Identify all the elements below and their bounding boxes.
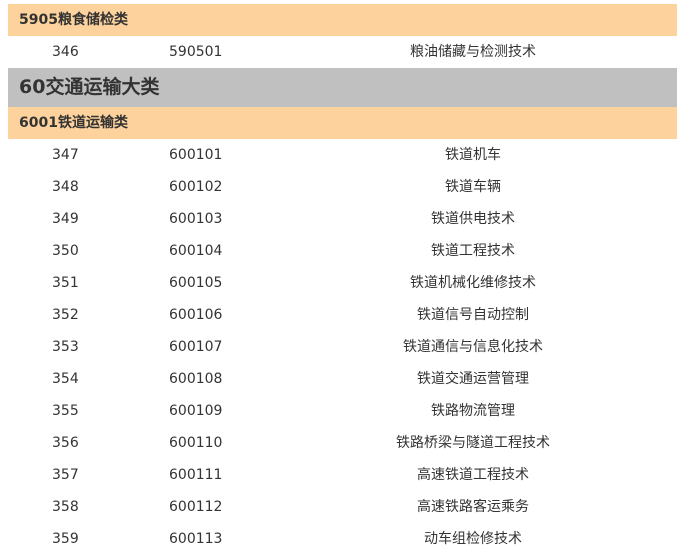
subcategory-label: 6001铁道运输类 xyxy=(19,115,128,131)
row-number: 354 xyxy=(52,371,79,387)
major-code: 600106 xyxy=(169,307,223,323)
row-number: 349 xyxy=(52,211,79,227)
major-name: 铁路桥梁与隧道工程技术 xyxy=(396,435,550,451)
major-code: 590501 xyxy=(169,44,223,60)
row-number: 350 xyxy=(52,243,79,259)
major-code: 600111 xyxy=(169,467,223,483)
major-name: 铁道车辆 xyxy=(445,179,501,195)
major-code: 600103 xyxy=(169,211,223,227)
major-code: 600102 xyxy=(169,179,223,195)
category-label: 60交通运输大类 xyxy=(19,76,160,98)
major-name: 铁道工程技术 xyxy=(431,243,515,259)
row-number: 356 xyxy=(52,435,79,451)
row-number: 347 xyxy=(52,147,79,163)
major-name: 铁道机车 xyxy=(445,147,501,163)
table-row: 353 600107 铁道通信与信息化技术 xyxy=(8,331,677,363)
page: 5905粮食储检类 346 590501 粮油储藏与检测技术 60交通运输大类 … xyxy=(0,0,683,557)
major-name: 铁道供电技术 xyxy=(431,211,515,227)
major-code: 600109 xyxy=(169,403,223,419)
table-row: 351 600105 铁道机械化维修技术 xyxy=(8,267,677,299)
major-name: 动车组检修技术 xyxy=(424,531,522,547)
major-code: 600107 xyxy=(169,339,223,355)
major-name: 铁道交通运营管理 xyxy=(417,371,529,387)
row-number: 346 xyxy=(52,44,79,60)
major-code: 600108 xyxy=(169,371,223,387)
major-code: 600101 xyxy=(169,147,223,163)
row-number: 355 xyxy=(52,403,79,419)
row-number: 359 xyxy=(52,531,79,547)
table-row: 358 600112 高速铁路客运乘务 xyxy=(8,491,677,523)
table-row: 352 600106 铁道信号自动控制 xyxy=(8,299,677,331)
subcategory-header-6001: 6001铁道运输类 xyxy=(8,107,677,139)
row-number: 353 xyxy=(52,339,79,355)
table-row: 349 600103 铁道供电技术 xyxy=(8,203,677,235)
table-row: 346 590501 粮油储藏与检测技术 xyxy=(8,36,677,68)
row-number: 358 xyxy=(52,499,79,515)
row-number: 348 xyxy=(52,179,79,195)
major-code: 600112 xyxy=(169,499,223,515)
major-code: 600105 xyxy=(169,275,223,291)
row-number: 357 xyxy=(52,467,79,483)
table-row: 350 600104 铁道工程技术 xyxy=(8,235,677,267)
major-code: 600110 xyxy=(169,435,223,451)
major-code: 600104 xyxy=(169,243,223,259)
subcategory-header-5905: 5905粮食储检类 xyxy=(8,4,677,36)
table-row: 357 600111 高速铁道工程技术 xyxy=(8,459,677,491)
table-row: 355 600109 铁路物流管理 xyxy=(8,395,677,427)
major-name: 铁道机械化维修技术 xyxy=(410,275,536,291)
major-name: 铁道信号自动控制 xyxy=(417,307,529,323)
table-row: 356 600110 铁路桥梁与隧道工程技术 xyxy=(8,427,677,459)
table-row: 347 600101 铁道机车 xyxy=(8,139,677,171)
major-name: 高速铁道工程技术 xyxy=(417,467,529,483)
row-number: 351 xyxy=(52,275,79,291)
category-header-60: 60交通运输大类 xyxy=(8,68,677,107)
row-number: 352 xyxy=(52,307,79,323)
subcategory-label: 5905粮食储检类 xyxy=(19,12,128,28)
major-name: 铁路物流管理 xyxy=(431,403,515,419)
major-name: 铁道通信与信息化技术 xyxy=(403,339,543,355)
table-row: 348 600102 铁道车辆 xyxy=(8,171,677,203)
major-catalog-table: 5905粮食储检类 346 590501 粮油储藏与检测技术 60交通运输大类 … xyxy=(8,4,677,555)
table-row: 354 600108 铁道交通运营管理 xyxy=(8,363,677,395)
major-code: 600113 xyxy=(169,531,223,547)
major-name: 高速铁路客运乘务 xyxy=(417,499,529,515)
major-name: 粮油储藏与检测技术 xyxy=(410,44,536,60)
table-row: 359 600113 动车组检修技术 xyxy=(8,523,677,555)
